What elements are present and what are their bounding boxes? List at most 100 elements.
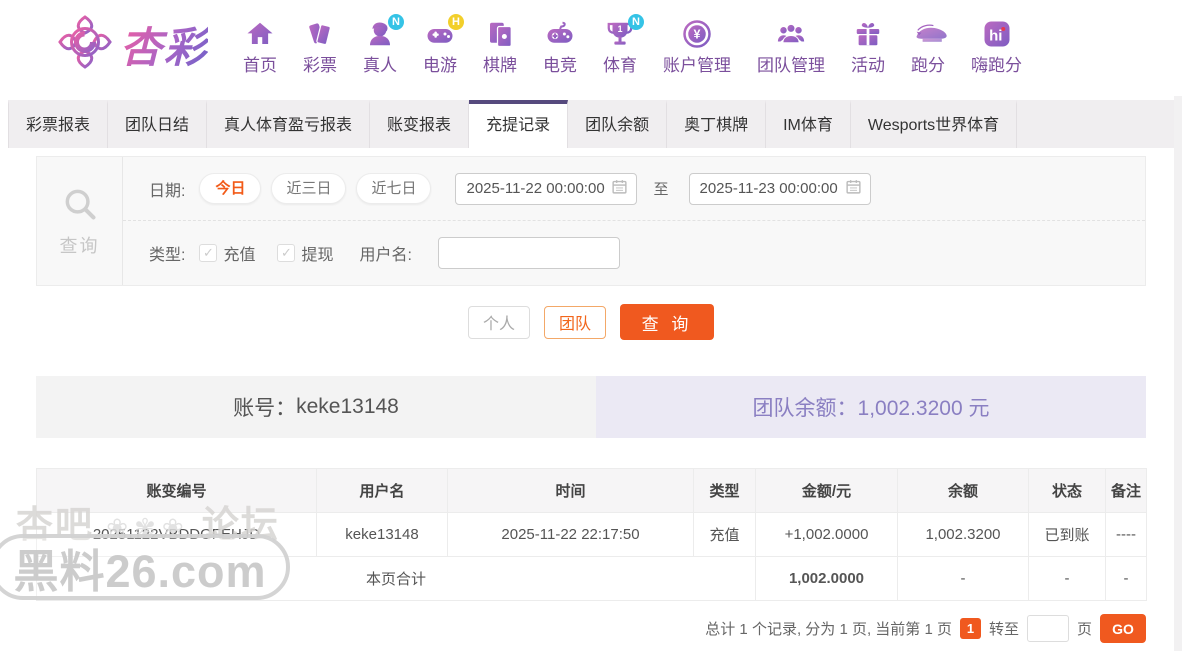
account-panel: 账号： keke13148 (36, 376, 596, 438)
username-input[interactable] (438, 237, 620, 269)
deposit-checkbox[interactable]: ✓ (199, 244, 217, 262)
logo[interactable]: 杏彩 (56, 13, 208, 76)
date-filter-row: 日期: 今日 近三日 近七日 至 (123, 157, 1145, 221)
col-header-remark: 备注 (1106, 469, 1147, 513)
nav-item-sports[interactable]: 1 N 体育 (590, 13, 650, 76)
home-icon (245, 19, 275, 49)
records-table: 账变编号 用户名 时间 类型 金额/元 余额 状态 备注 20251122VBD… (36, 468, 1147, 601)
tab-aoding-boardgames[interactable]: 奥丁棋牌 (667, 100, 766, 148)
page-unit-label: 页 (1077, 618, 1092, 639)
new-badge: N (388, 14, 404, 30)
cell-type: 充值 (694, 513, 756, 557)
account-label: 账号： (233, 392, 296, 422)
nav-item-activity[interactable]: 活动 (838, 13, 898, 76)
tab-lottery-report[interactable]: 彩票报表 (8, 100, 108, 148)
date-to-label: 至 (653, 178, 668, 199)
calendar-icon[interactable] (611, 178, 628, 200)
nav-item-lottery[interactable]: 彩票 (290, 13, 350, 76)
withdraw-checkbox[interactable]: ✓ (277, 244, 295, 262)
goto-label: 转至 (989, 618, 1019, 639)
cell-balance: 1,002.3200 (898, 513, 1029, 557)
type-filter-row: 类型: ✓ 充值 ✓ 提现 用户名: (123, 221, 1145, 285)
total-remark-cell: - (1106, 557, 1147, 601)
team-balance-label: 团队余额： (753, 392, 858, 422)
hot-badge: H (448, 14, 464, 30)
type-label: 类型: (149, 241, 185, 265)
main-nav: 首页 彩票 N 真人 (230, 13, 1035, 76)
nav-item-live[interactable]: N 真人 (350, 13, 410, 76)
gift-icon (853, 19, 883, 49)
col-header-time: 时间 (448, 469, 694, 513)
col-header-status: 状态 (1029, 469, 1106, 513)
account-value: keke13148 (296, 395, 399, 419)
tab-account-changes[interactable]: 账变报表 (370, 100, 469, 148)
hi-app-icon: hi (982, 19, 1012, 49)
rhino-logo-icon (913, 19, 943, 49)
col-header-username: 用户名 (317, 469, 448, 513)
cell-amount: +1,002.0000 (756, 513, 898, 557)
date-from-input[interactable] (466, 180, 611, 197)
svg-text:hi: hi (989, 27, 1002, 44)
nav-item-team-management[interactable]: 团队管理 (744, 13, 838, 76)
search-side-label: 查询 (37, 157, 123, 285)
col-header-amount: 金额/元 (756, 469, 898, 513)
cell-time: 2025-11-22 22:17:50 (448, 513, 694, 557)
cards-icon (485, 19, 515, 49)
total-amount-cell: 1,002.0000 (756, 557, 898, 601)
action-buttons-row: 个人 团队 查 询 (0, 294, 1182, 350)
team-button[interactable]: 团队 (544, 306, 606, 339)
account-summary-band: 账号： keke13148 团队余额： 1,002.3200 元 (36, 376, 1146, 438)
nav-item-home[interactable]: 首页 (230, 13, 290, 76)
gamepad-icon: H (425, 19, 455, 49)
cell-status: 已到账 (1029, 513, 1106, 557)
date-label: 日期: (149, 177, 185, 201)
report-tabbar: 彩票报表 团队日结 真人体育盈亏报表 账变报表 充提记录 团队余额 奥丁棋牌 I… (8, 100, 1174, 148)
deposit-checkbox-label: 充值 (223, 241, 255, 265)
go-button[interactable]: GO (1100, 614, 1146, 643)
nav-item-esports[interactable]: 电竞 (530, 13, 590, 76)
lottery-icon (305, 19, 335, 49)
col-header-type: 类型 (694, 469, 756, 513)
current-page-badge[interactable]: 1 (960, 618, 981, 639)
goto-page-input[interactable] (1027, 615, 1069, 642)
page-right-gutter (1174, 96, 1182, 651)
personal-button[interactable]: 个人 (468, 306, 530, 339)
preset-3days-button[interactable]: 近三日 (271, 173, 346, 204)
new-badge: N (628, 14, 644, 30)
query-button[interactable]: 查 询 (620, 304, 714, 340)
search-icon (61, 185, 99, 228)
total-label-cell: 本页合计 (37, 557, 756, 601)
nav-item-egames[interactable]: H 电游 (410, 13, 470, 76)
tab-team-daily[interactable]: 团队日结 (108, 100, 207, 148)
date-to-input[interactable] (700, 180, 845, 197)
team-balance-panel: 团队余额： 1,002.3200 元 (596, 376, 1146, 438)
table-total-row: 本页合计 1,002.0000 - - - (37, 557, 1147, 601)
col-header-balance: 余额 (898, 469, 1029, 513)
esports-gamepad-icon (545, 19, 575, 49)
filter-panel: 查询 日期: 今日 近三日 近七日 (36, 156, 1146, 286)
tab-deposit-withdraw-records[interactable]: 充提记录 (469, 100, 568, 148)
pagination-bar: 总计 1 个记录, 分为 1 页, 当前第 1 页 1 转至 页 GO (0, 614, 1146, 643)
header: 杏彩 首页 彩票 N (0, 0, 1182, 88)
tab-live-sports-pnl[interactable]: 真人体育盈亏报表 (207, 100, 370, 148)
trophy-icon: 1 N (605, 19, 635, 49)
table-header-row: 账变编号 用户名 时间 类型 金额/元 余额 状态 备注 (37, 469, 1147, 513)
svg-text:¥: ¥ (694, 27, 701, 41)
pagination-summary: 总计 1 个记录, 分为 1 页, 当前第 1 页 (705, 618, 952, 639)
tab-im-sports[interactable]: IM体育 (766, 100, 851, 148)
logo-text: 杏彩 (120, 14, 208, 75)
filter-body: 日期: 今日 近三日 近七日 至 (123, 157, 1145, 285)
svg-text:1: 1 (618, 24, 623, 34)
preset-7days-button[interactable]: 近七日 (356, 173, 431, 204)
nav-item-boardgames[interactable]: 棋牌 (470, 13, 530, 76)
cell-username: keke13148 (317, 513, 448, 557)
tab-team-balance[interactable]: 团队余额 (568, 100, 667, 148)
calendar-icon[interactable] (845, 178, 862, 200)
nav-item-paofen[interactable]: 跑分 (898, 13, 958, 76)
team-balance-value: 1,002.3200 元 (858, 392, 990, 422)
nav-item-hi-paofen[interactable]: hi 嗨跑分 (958, 13, 1035, 76)
nav-item-account-management[interactable]: ¥ 账户管理 (650, 13, 744, 76)
username-label: 用户名: (359, 241, 411, 265)
tab-wesports[interactable]: Wesports世界体育 (851, 100, 1017, 148)
preset-today-button[interactable]: 今日 (199, 173, 261, 204)
